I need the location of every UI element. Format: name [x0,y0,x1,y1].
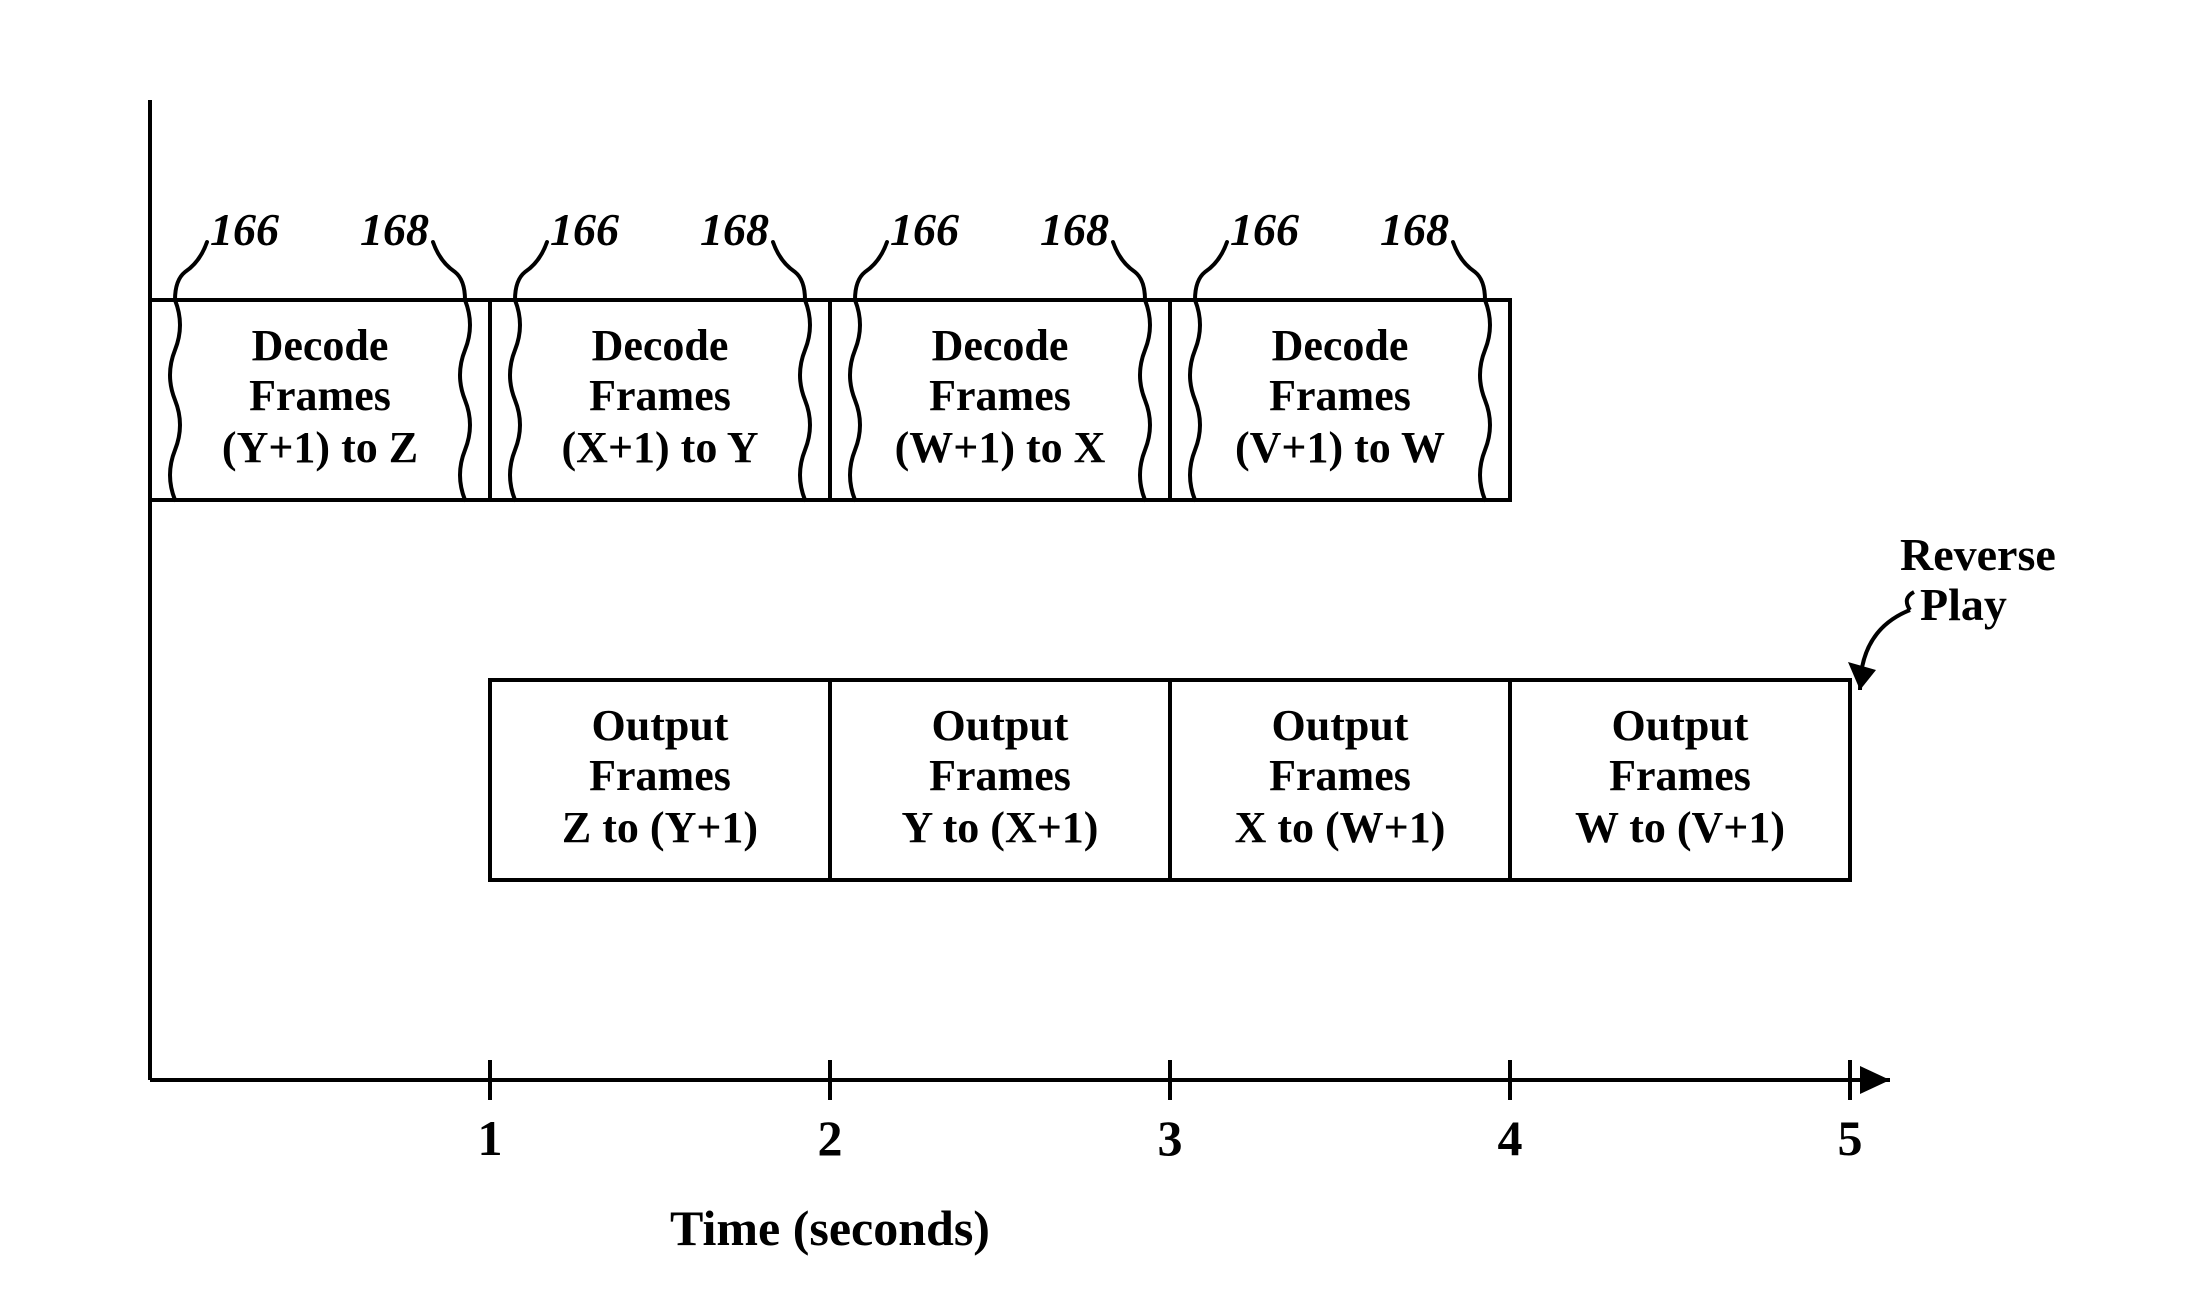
decode-range-2: (W+1) to X [895,423,1106,472]
ref-168-1: 168 [700,204,769,255]
reverse-play-arrowhead [1848,662,1876,690]
decode-word2-3: Frames [1269,371,1411,420]
output-word2-1: Frames [929,751,1071,800]
output-word1-2: Output [1272,701,1409,750]
decode-word2-1: Frames [589,371,731,420]
diagram-svg: 1 2 3 4 5 Time (seconds) [0,0,2195,1306]
ref-166-2: 166 [890,204,959,255]
decode-word2-0: Frames [249,371,391,420]
x-axis-arrowhead [1860,1066,1890,1094]
decode-word1-3: Decode [1272,321,1409,370]
decode-word1-1: Decode [592,321,729,370]
decode-range-0: (Y+1) to Z [222,423,418,472]
ref-168-3: 168 [1380,204,1449,255]
ref-168-0: 168 [360,204,429,255]
tick-1: 1 [478,1110,503,1166]
ref-166-3: 166 [1230,204,1299,255]
output-word2-3: Frames [1609,751,1751,800]
ref-166-0: 166 [210,204,279,255]
tick-5: 5 [1838,1110,1863,1166]
output-word2-0: Frames [589,751,731,800]
output-word2-2: Frames [1269,751,1411,800]
x-tick-labels: 1 2 3 4 5 [478,1110,1863,1166]
decode-word1-2: Decode [932,321,1069,370]
output-range-2: X to (W+1) [1235,803,1446,852]
output-word1-1: Output [932,701,1069,750]
decode-range-1: (X+1) to Y [562,423,759,472]
output-row: Output Frames Z to (Y+1) Output Frames Y… [490,680,1850,880]
decode-range-3: (V+1) to W [1235,423,1445,472]
decode-word2-2: Frames [929,371,1071,420]
reverse-play-line1: Reverse [1900,529,2056,580]
output-word1-0: Output [592,701,729,750]
diagram-stage: 1 2 3 4 5 Time (seconds) [0,0,2195,1306]
reverse-play-annotation: Reverse Play [1848,529,2056,690]
decode-ref-labels: 166 168 166 168 166 168 166 168 [210,204,1449,255]
tick-4: 4 [1498,1110,1523,1166]
output-range-0: Z to (Y+1) [562,803,758,852]
x-axis-label: Time (seconds) [670,1200,990,1256]
tick-3: 3 [1158,1110,1183,1166]
ref-166-1: 166 [550,204,619,255]
tick-2: 2 [818,1110,843,1166]
reverse-play-line2: Play [1920,579,2007,630]
output-word1-3: Output [1612,701,1749,750]
decode-row: 166 168 166 168 166 168 166 168 Decode F… [150,204,1510,500]
ref-168-2: 168 [1040,204,1109,255]
output-range-1: Y to (X+1) [902,803,1099,852]
output-range-3: W to (V+1) [1575,803,1785,852]
decode-word1-0: Decode [252,321,389,370]
